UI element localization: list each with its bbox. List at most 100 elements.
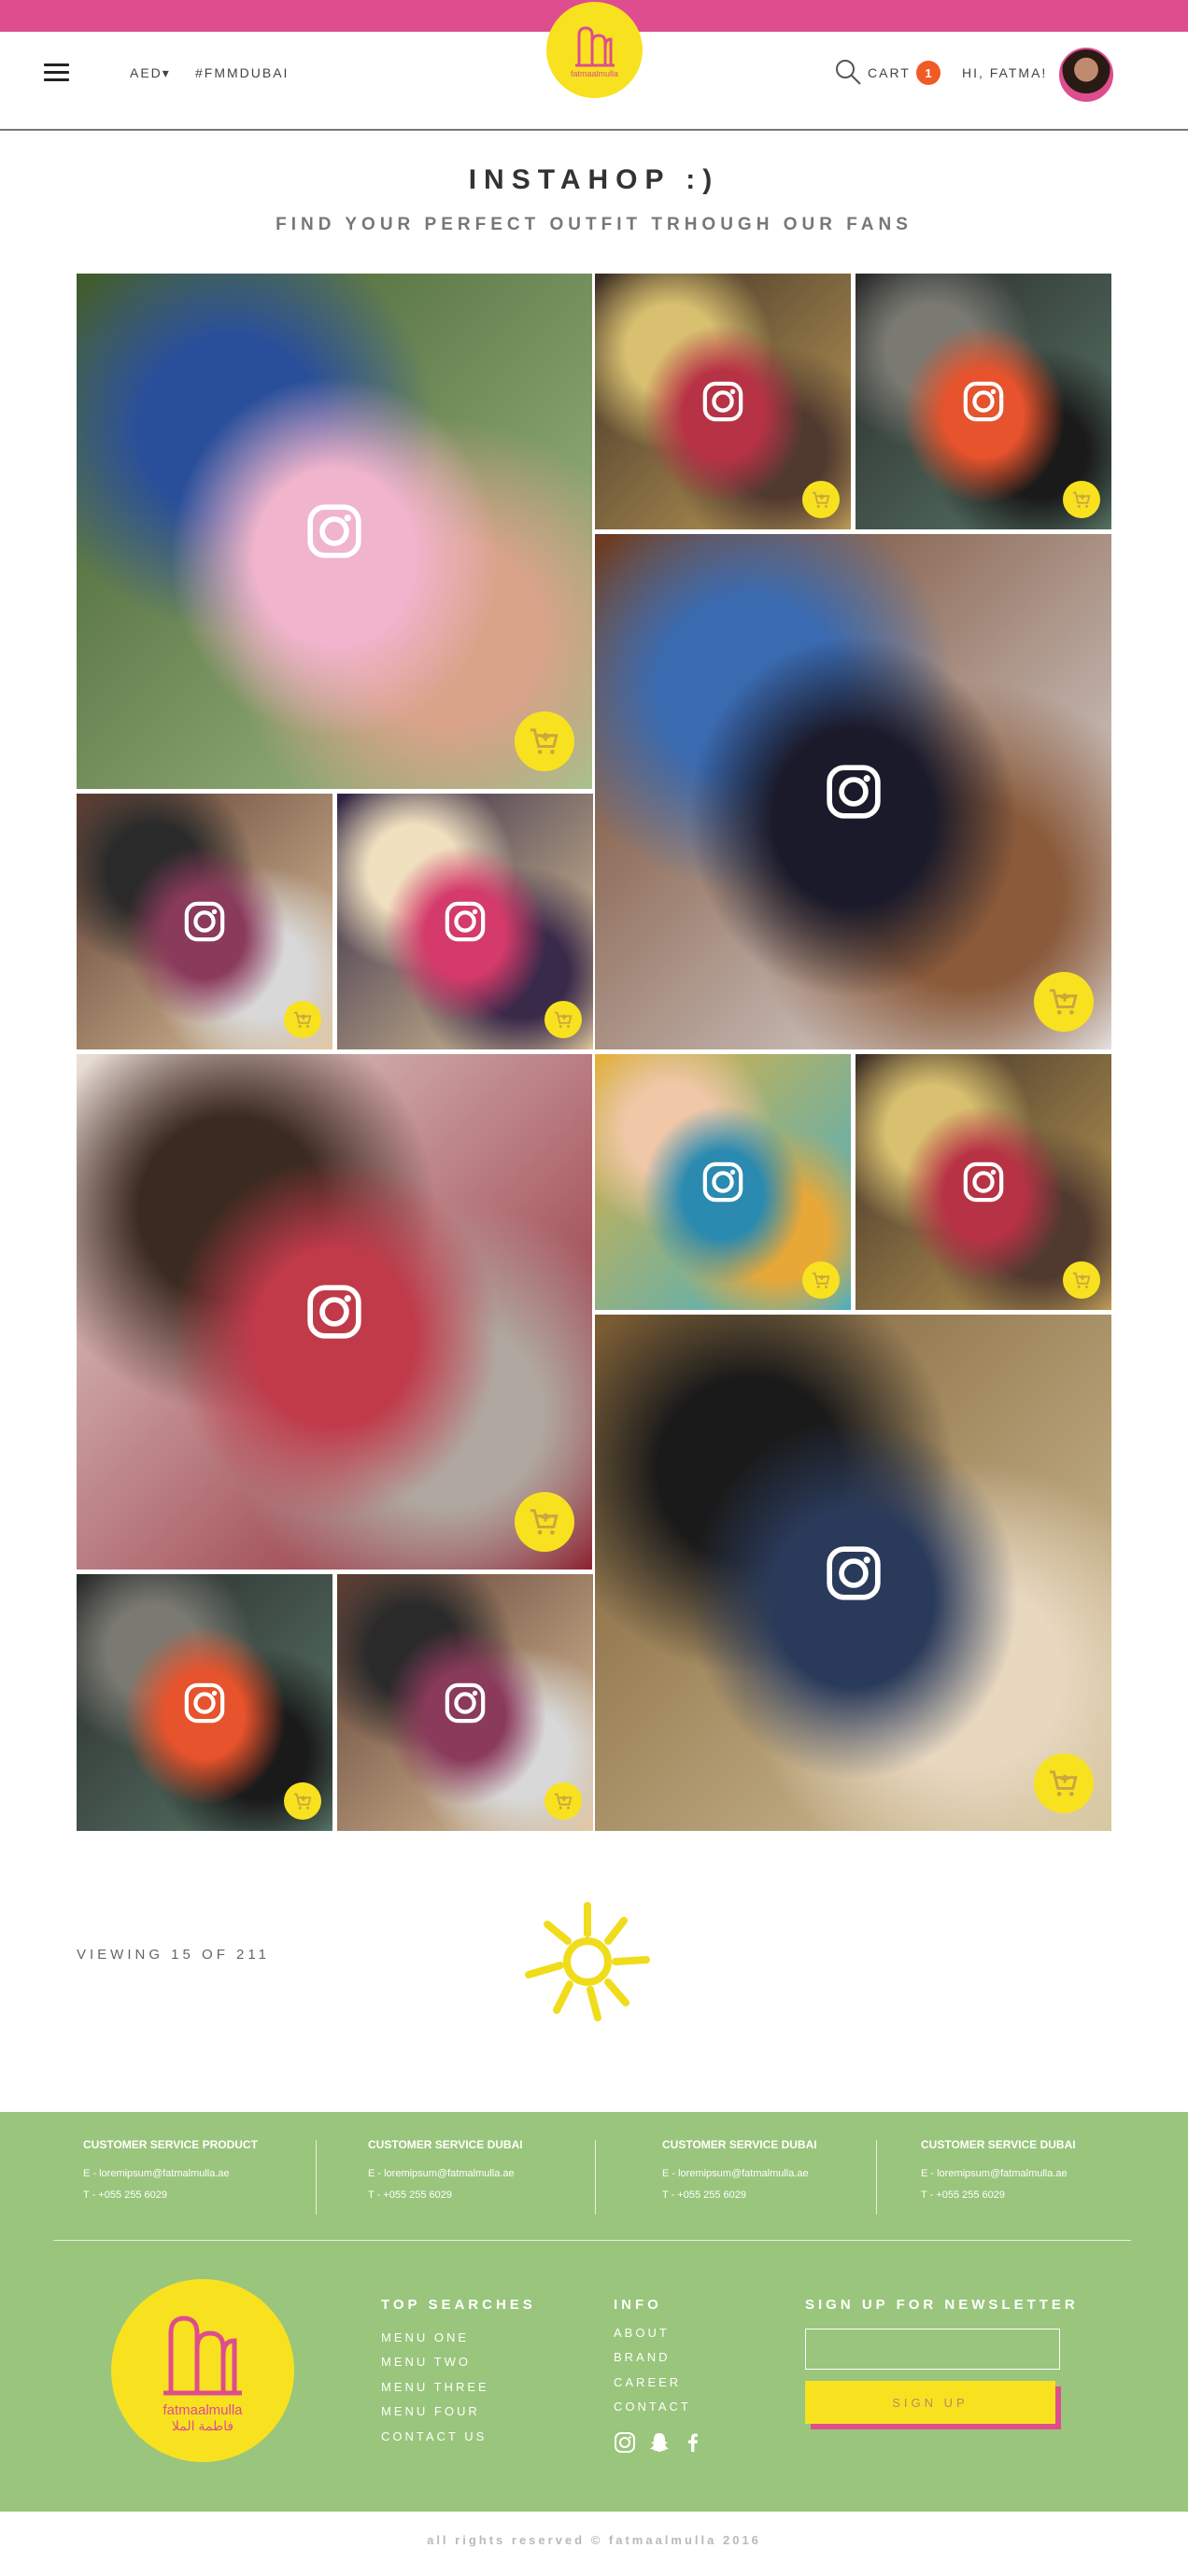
footer-link-menu-one[interactable]: MENU ONE (381, 2330, 469, 2344)
photo-mirror-collage[interactable] (337, 794, 593, 1049)
instagram-photo-grid (77, 274, 1111, 1831)
service-email[interactable]: E - loremipsum@fatmalmulla.ae (83, 2168, 258, 2179)
hashtag-link[interactable]: #FMMDUBAI (195, 65, 289, 80)
footer-link-brand[interactable]: BRAND (614, 2350, 671, 2364)
photo-orange-bag-2[interactable] (77, 1574, 332, 1831)
photo-two-women-restaurant-2[interactable] (856, 1054, 1111, 1310)
footer-link-career[interactable]: CAREER (614, 2375, 681, 2389)
cart-icon (554, 1011, 573, 1028)
photo-hijab-pair-2[interactable] (337, 1574, 593, 1831)
cart-icon (1050, 989, 1078, 1015)
service-phone[interactable]: T - +055 255 6029 (662, 2189, 817, 2201)
snapchat-icon[interactable] (648, 2431, 671, 2454)
cart-icon (1050, 1770, 1078, 1796)
instagram-icon (307, 1285, 361, 1339)
avatar[interactable] (1059, 48, 1113, 102)
instagram-icon (826, 1545, 881, 1600)
add-to-cart-button[interactable] (1063, 1261, 1100, 1299)
instagram-icon (307, 504, 361, 558)
service-email[interactable]: E - loremipsum@fatmalmulla.ae (368, 2168, 523, 2179)
service-phone[interactable]: T - +055 255 6029 (83, 2189, 258, 2201)
add-to-cart-button[interactable] (514, 711, 574, 771)
footer-link-contact-us[interactable]: CONTACT US (381, 2429, 487, 2443)
photo-hijab-pair[interactable] (77, 794, 332, 1049)
page-subtitle: FIND YOUR PERFECT OUTFIT TRHOUGH OUR FAN… (276, 215, 912, 234)
instagram-icon (184, 901, 225, 942)
footer-logo[interactable]: fatmaalmulla فاطمة الملا (111, 2279, 294, 2462)
currency-selector[interactable]: AED▾ (130, 65, 171, 81)
newsletter-heading: SIGN UP FOR NEWSLETTER (805, 2297, 1079, 2313)
service-heading: CUSTOMER SERVICE DUBAI (662, 2138, 817, 2151)
service-block-2: CUSTOMER SERVICE DUBAI E - loremipsum@fa… (368, 2138, 523, 2211)
divider (316, 2140, 317, 2215)
facebook-icon[interactable] (682, 2431, 704, 2454)
page-title: INSTAHOP :) (468, 164, 720, 195)
cart-icon (530, 1509, 559, 1535)
photo-mirror-hall[interactable] (595, 1315, 1111, 1831)
add-to-cart-button[interactable] (284, 1001, 321, 1038)
divider (876, 2140, 877, 2215)
add-to-cart-button[interactable] (802, 481, 840, 518)
footer-link-contact[interactable]: CONTACT (614, 2400, 691, 2414)
add-to-cart-button[interactable] (544, 1001, 582, 1038)
add-to-cart-button[interactable] (284, 1782, 321, 1820)
footer-link-menu-two[interactable]: MENU TWO (381, 2355, 471, 2369)
photo-two-women-door[interactable] (595, 534, 1111, 1049)
logo-mark-icon (163, 2316, 242, 2396)
service-block-1: CUSTOMER SERVICE PRODUCT E - loremipsum@… (83, 2138, 258, 2211)
user-greeting[interactable]: HI, FATMA! (962, 65, 1047, 80)
add-to-cart-button[interactable] (802, 1261, 840, 1299)
footer-link-menu-three[interactable]: MENU THREE (381, 2380, 489, 2394)
divider (595, 2140, 596, 2215)
cart-icon (530, 728, 559, 754)
loading-sun-icon[interactable] (523, 1900, 652, 2023)
cart-icon (812, 1272, 830, 1288)
logo-mark-icon (574, 25, 615, 66)
top-searches-heading: TOP SEARCHES (381, 2297, 536, 2313)
service-block-4: CUSTOMER SERVICE DUBAI E - loremipsum@fa… (921, 2138, 1076, 2211)
instagram-icon (702, 381, 743, 422)
service-heading: CUSTOMER SERVICE DUBAI (921, 2138, 1076, 2151)
cart-link[interactable]: CART (868, 65, 911, 80)
cart-icon (1072, 491, 1091, 508)
instagram-icon (445, 901, 486, 942)
site-logo[interactable]: fatmaalmulla (546, 2, 643, 98)
photo-pink-phone-case[interactable] (77, 274, 592, 789)
info-heading: INFO (614, 2297, 662, 2313)
instagram-icon (963, 381, 1004, 422)
instagram-icon (963, 1161, 1004, 1203)
service-heading: CUSTOMER SERVICE PRODUCT (83, 2138, 258, 2151)
service-email[interactable]: E - loremipsum@fatmalmulla.ae (921, 2168, 1076, 2179)
cart-icon (812, 491, 830, 508)
cart-icon (293, 1011, 312, 1028)
search-icon[interactable] (834, 58, 862, 86)
photo-red-kaftan[interactable] (77, 1054, 592, 1570)
footer-link-about[interactable]: ABOUT (614, 2326, 670, 2340)
newsletter-email-input[interactable] (805, 2329, 1060, 2370)
cart-count-badge: 1 (916, 61, 940, 85)
service-block-3: CUSTOMER SERVICE DUBAI E - loremipsum@fa… (662, 2138, 817, 2211)
instagram-icon (445, 1682, 486, 1723)
instagram-icon (184, 1682, 225, 1723)
footer-link-menu-four[interactable]: MENU FOUR (381, 2404, 480, 2418)
add-to-cart-button[interactable] (544, 1782, 582, 1820)
add-to-cart-button[interactable] (1033, 971, 1094, 1032)
add-to-cart-button[interactable] (1063, 481, 1100, 518)
photo-two-women-restaurant[interactable] (595, 274, 851, 529)
service-email[interactable]: E - loremipsum@fatmalmulla.ae (662, 2168, 817, 2179)
photo-blue-hijab[interactable] (595, 1054, 851, 1310)
copyright-text: all rights reserved © fatmaalmulla 2016 (427, 2533, 761, 2547)
cart-icon (1072, 1272, 1091, 1288)
instagram-icon (826, 765, 881, 819)
menu-icon[interactable] (44, 63, 69, 82)
newsletter-signup-button[interactable]: SIGN UP (805, 2381, 1055, 2424)
add-to-cart-button[interactable] (1033, 1753, 1094, 1813)
photo-orange-bag[interactable] (856, 274, 1111, 529)
service-phone[interactable]: T - +055 255 6029 (368, 2189, 523, 2201)
logo-text: fatmaalmulla (570, 68, 619, 78)
service-phone[interactable]: T - +055 255 6029 (921, 2189, 1076, 2201)
add-to-cart-button[interactable] (514, 1491, 574, 1552)
footer-logo-text: fatmaalmulla (163, 2402, 243, 2418)
instagram-icon[interactable] (614, 2431, 636, 2454)
instagram-icon (702, 1161, 743, 1203)
